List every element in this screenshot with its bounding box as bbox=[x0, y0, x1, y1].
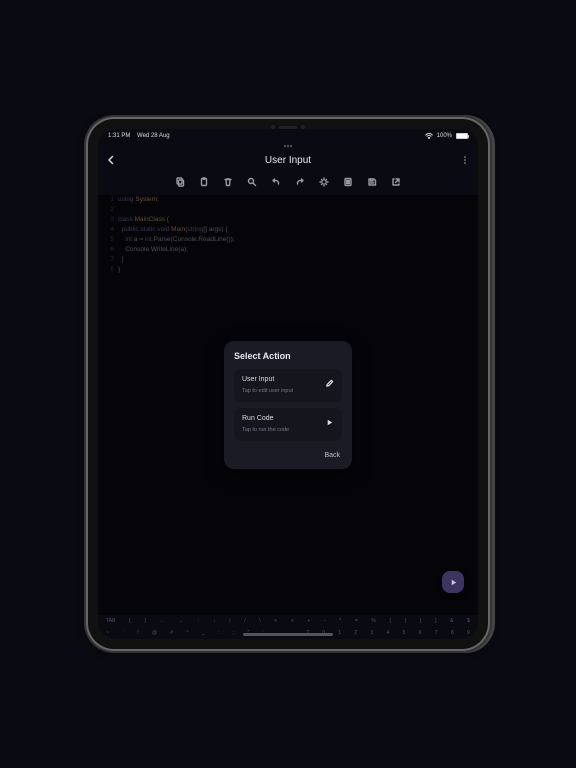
battery-icon bbox=[456, 133, 468, 139]
code-editor[interactable]: 12345678 using System; class MainClass {… bbox=[98, 195, 478, 615]
key[interactable]: 9 bbox=[467, 630, 470, 636]
modal-title: Select Action bbox=[234, 351, 342, 361]
search-button[interactable] bbox=[247, 177, 257, 187]
app-header: User Input bbox=[98, 149, 478, 171]
status-bar: 1:31 PM Wed 28 Aug 100% bbox=[98, 129, 478, 143]
paste-button[interactable] bbox=[199, 177, 209, 187]
redo-icon bbox=[295, 177, 305, 187]
key[interactable]: ` bbox=[122, 630, 124, 636]
key[interactable]: : bbox=[218, 630, 219, 636]
key[interactable]: % bbox=[371, 618, 375, 624]
key[interactable]: ← bbox=[160, 618, 165, 624]
key[interactable]: ↓ bbox=[213, 618, 216, 624]
key[interactable]: ] bbox=[435, 618, 436, 624]
tablet-frame: 1:31 PM Wed 28 Aug 100% User Input bbox=[88, 119, 488, 649]
key[interactable]: ; bbox=[233, 630, 234, 636]
key[interactable]: TAB bbox=[106, 618, 115, 624]
back-button[interactable] bbox=[106, 155, 116, 165]
search-icon bbox=[247, 177, 257, 187]
screen: 1:31 PM Wed 28 Aug 100% User Input bbox=[98, 129, 478, 639]
select-action-modal: Select Action User Input Tap to edit use… bbox=[224, 341, 352, 469]
undo-button[interactable] bbox=[271, 177, 281, 187]
copy-button[interactable] bbox=[175, 177, 185, 187]
action-subtitle: Tap to run the code bbox=[242, 425, 289, 435]
edit-icon bbox=[325, 379, 334, 392]
menu-button[interactable] bbox=[460, 155, 470, 165]
wifi-icon bbox=[425, 133, 433, 139]
key[interactable]: & bbox=[450, 618, 453, 624]
run-fab[interactable] bbox=[442, 571, 464, 593]
key[interactable]: + bbox=[307, 618, 310, 624]
key[interactable]: 1 bbox=[338, 630, 341, 636]
key[interactable]: @ bbox=[152, 630, 157, 636]
undo-icon bbox=[271, 177, 281, 187]
list-icon bbox=[343, 177, 353, 187]
open-external-button[interactable] bbox=[391, 177, 401, 187]
key[interactable]: 8 bbox=[451, 630, 454, 636]
key[interactable]: | bbox=[229, 618, 230, 624]
key[interactable]: $ bbox=[467, 618, 470, 624]
modal-overlay[interactable]: Select Action User Input Tap to edit use… bbox=[98, 195, 478, 615]
external-icon bbox=[391, 177, 401, 187]
format-button[interactable] bbox=[319, 177, 329, 187]
action-title: User Input bbox=[242, 375, 293, 385]
save-button[interactable] bbox=[367, 177, 377, 187]
key[interactable]: / bbox=[244, 618, 245, 624]
battery-percent: 100% bbox=[437, 133, 452, 139]
status-right: 100% bbox=[425, 133, 468, 139]
key[interactable]: * bbox=[339, 618, 341, 624]
key[interactable]: } bbox=[144, 618, 146, 624]
status-left: 1:31 PM Wed 28 Aug bbox=[108, 133, 170, 139]
kebab-icon bbox=[460, 155, 470, 165]
home-indicator[interactable] bbox=[243, 633, 333, 636]
play-icon bbox=[325, 418, 334, 431]
action-title: Run Code bbox=[242, 414, 289, 424]
key[interactable]: 7 bbox=[435, 630, 438, 636]
key[interactable]: # bbox=[170, 630, 173, 636]
symbol-row-1[interactable]: TAB {} ← → ↑ ↓ | / \ < > + - * =% () [] & $ bbox=[98, 615, 478, 627]
key[interactable]: 4 bbox=[387, 630, 390, 636]
key[interactable]: = bbox=[355, 618, 358, 624]
modal-back-button[interactable]: Back bbox=[234, 447, 342, 461]
page-title: User Input bbox=[265, 155, 311, 166]
key[interactable]: 6 bbox=[419, 630, 422, 636]
key[interactable]: { bbox=[129, 618, 131, 624]
trash-icon bbox=[223, 177, 233, 187]
key[interactable]: \ bbox=[259, 618, 260, 624]
key[interactable]: > bbox=[291, 618, 294, 624]
key[interactable]: - bbox=[324, 618, 326, 624]
run-code-action[interactable]: Run Code Tap to run the code bbox=[234, 408, 342, 441]
delete-button[interactable] bbox=[223, 177, 233, 187]
key[interactable]: → bbox=[178, 618, 183, 624]
redo-button[interactable] bbox=[295, 177, 305, 187]
key[interactable]: 2 bbox=[354, 630, 357, 636]
sparkle-icon bbox=[319, 177, 329, 187]
key[interactable]: _ bbox=[202, 630, 205, 636]
key[interactable]: ) bbox=[405, 618, 407, 624]
key[interactable]: 5 bbox=[403, 630, 406, 636]
key[interactable]: ~ bbox=[106, 630, 109, 636]
toggle-button[interactable] bbox=[343, 177, 353, 187]
key[interactable]: [ bbox=[420, 618, 421, 624]
save-icon bbox=[367, 177, 377, 187]
key[interactable]: 3 bbox=[370, 630, 373, 636]
key[interactable]: ( bbox=[389, 618, 391, 624]
key[interactable]: < bbox=[274, 618, 277, 624]
key[interactable]: ↑ bbox=[197, 618, 200, 624]
key[interactable]: ^ bbox=[186, 630, 188, 636]
chevron-left-icon bbox=[106, 155, 116, 165]
status-time: 1:31 PM bbox=[108, 133, 130, 139]
play-icon bbox=[449, 578, 458, 587]
status-date: Wed 28 Aug bbox=[137, 133, 170, 139]
user-input-action[interactable]: User Input Tap to edit user input bbox=[234, 369, 342, 402]
key[interactable]: ! bbox=[137, 630, 138, 636]
toolbar bbox=[98, 171, 478, 195]
copy-icon bbox=[175, 177, 185, 187]
action-subtitle: Tap to edit user input bbox=[242, 386, 293, 396]
clipboard-icon bbox=[199, 177, 209, 187]
